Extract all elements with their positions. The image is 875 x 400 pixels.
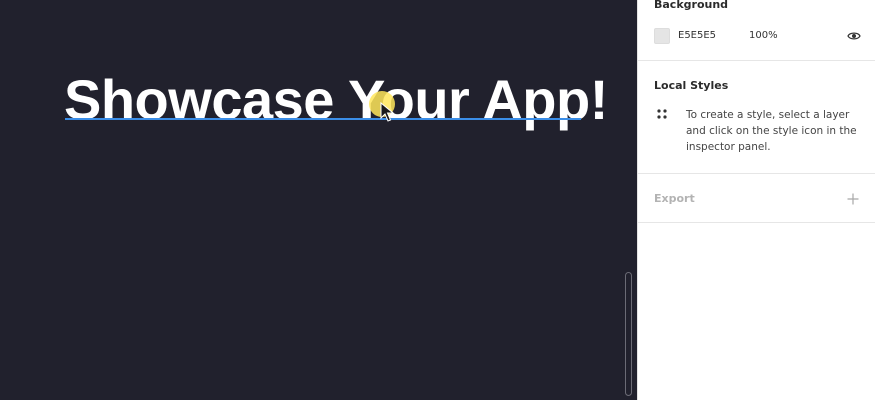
eye-icon[interactable] [847,29,861,43]
export-title: Export [654,192,695,205]
background-opacity-input[interactable]: 100% [749,30,778,41]
design-canvas[interactable]: Showcase Your App! [0,0,637,400]
local-styles-section: Local Styles To create a style, select a… [638,61,875,174]
background-section: Background E5E5E5 100% [638,0,875,61]
local-styles-help-text: To create a style, select a layer and cl… [686,109,857,153]
local-styles-title: Local Styles [654,79,729,92]
plus-icon[interactable] [847,193,859,205]
background-hex-input[interactable]: E5E5E5 [678,30,716,41]
mouse-pointer-icon [380,102,394,122]
background-color-swatch[interactable] [654,28,670,44]
headline-text-layer[interactable]: Showcase Your App! [64,70,608,130]
inspector-panel: Background E5E5E5 100% Local Styles To c… [637,0,875,400]
background-title: Background [654,0,729,11]
text-selection-underline [65,118,581,120]
canvas-scrollbar[interactable] [625,272,632,396]
style-dots-icon [657,109,667,119]
export-section: Export [638,174,875,223]
